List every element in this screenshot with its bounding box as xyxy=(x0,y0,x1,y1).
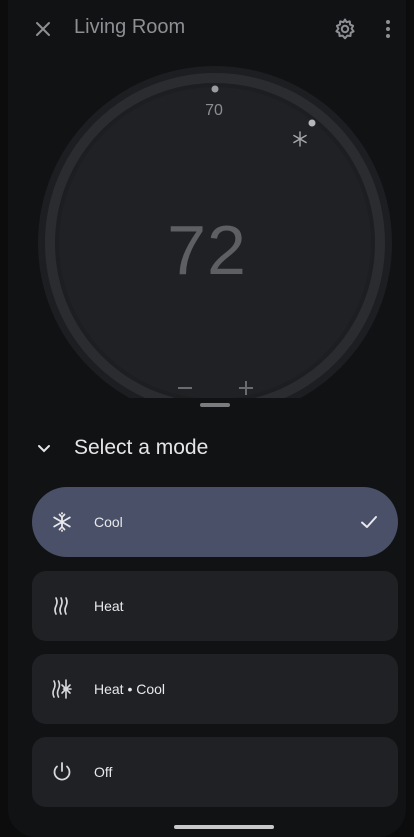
minus-icon[interactable] xyxy=(171,374,199,398)
mode-label: Cool xyxy=(94,514,123,530)
sheet-drag-handle[interactable] xyxy=(200,403,230,407)
heat-cool-icon xyxy=(50,677,74,701)
check-icon xyxy=(358,511,380,533)
more-vert-icon[interactable] xyxy=(380,17,396,41)
mode-option-heat[interactable]: Heat xyxy=(32,571,398,641)
phone-screen: Living Room 70 72 Select a mode Cool Hea… xyxy=(8,0,406,837)
gear-icon[interactable] xyxy=(333,17,357,41)
mode-label: Off xyxy=(94,764,113,780)
mode-label: Heat • Cool xyxy=(94,681,166,697)
setpoint-value: 70 xyxy=(205,102,223,119)
mode-option-cool[interactable]: Cool xyxy=(32,487,398,557)
mode-option-heat-cool[interactable]: Heat • Cool xyxy=(32,654,398,724)
top-app-bar: Living Room xyxy=(8,0,406,58)
page-title: Living Room xyxy=(74,16,186,38)
mode-label: Heat xyxy=(94,598,124,614)
dial-top-marker xyxy=(211,85,219,93)
gesture-nav-bar[interactable] xyxy=(174,825,274,829)
close-icon[interactable] xyxy=(31,17,55,41)
heat-waves-icon xyxy=(50,594,74,618)
power-icon xyxy=(50,760,74,784)
snowflake-icon xyxy=(50,510,74,534)
chevron-down-icon[interactable] xyxy=(34,438,54,458)
mode-section-title: Select a mode xyxy=(74,436,209,459)
thermostat-dial[interactable]: 70 72 xyxy=(8,58,406,398)
plus-icon[interactable] xyxy=(232,374,260,398)
current-temperature: 72 xyxy=(167,211,247,289)
mode-option-off[interactable]: Off xyxy=(32,737,398,807)
setpoint-marker[interactable] xyxy=(308,119,316,127)
